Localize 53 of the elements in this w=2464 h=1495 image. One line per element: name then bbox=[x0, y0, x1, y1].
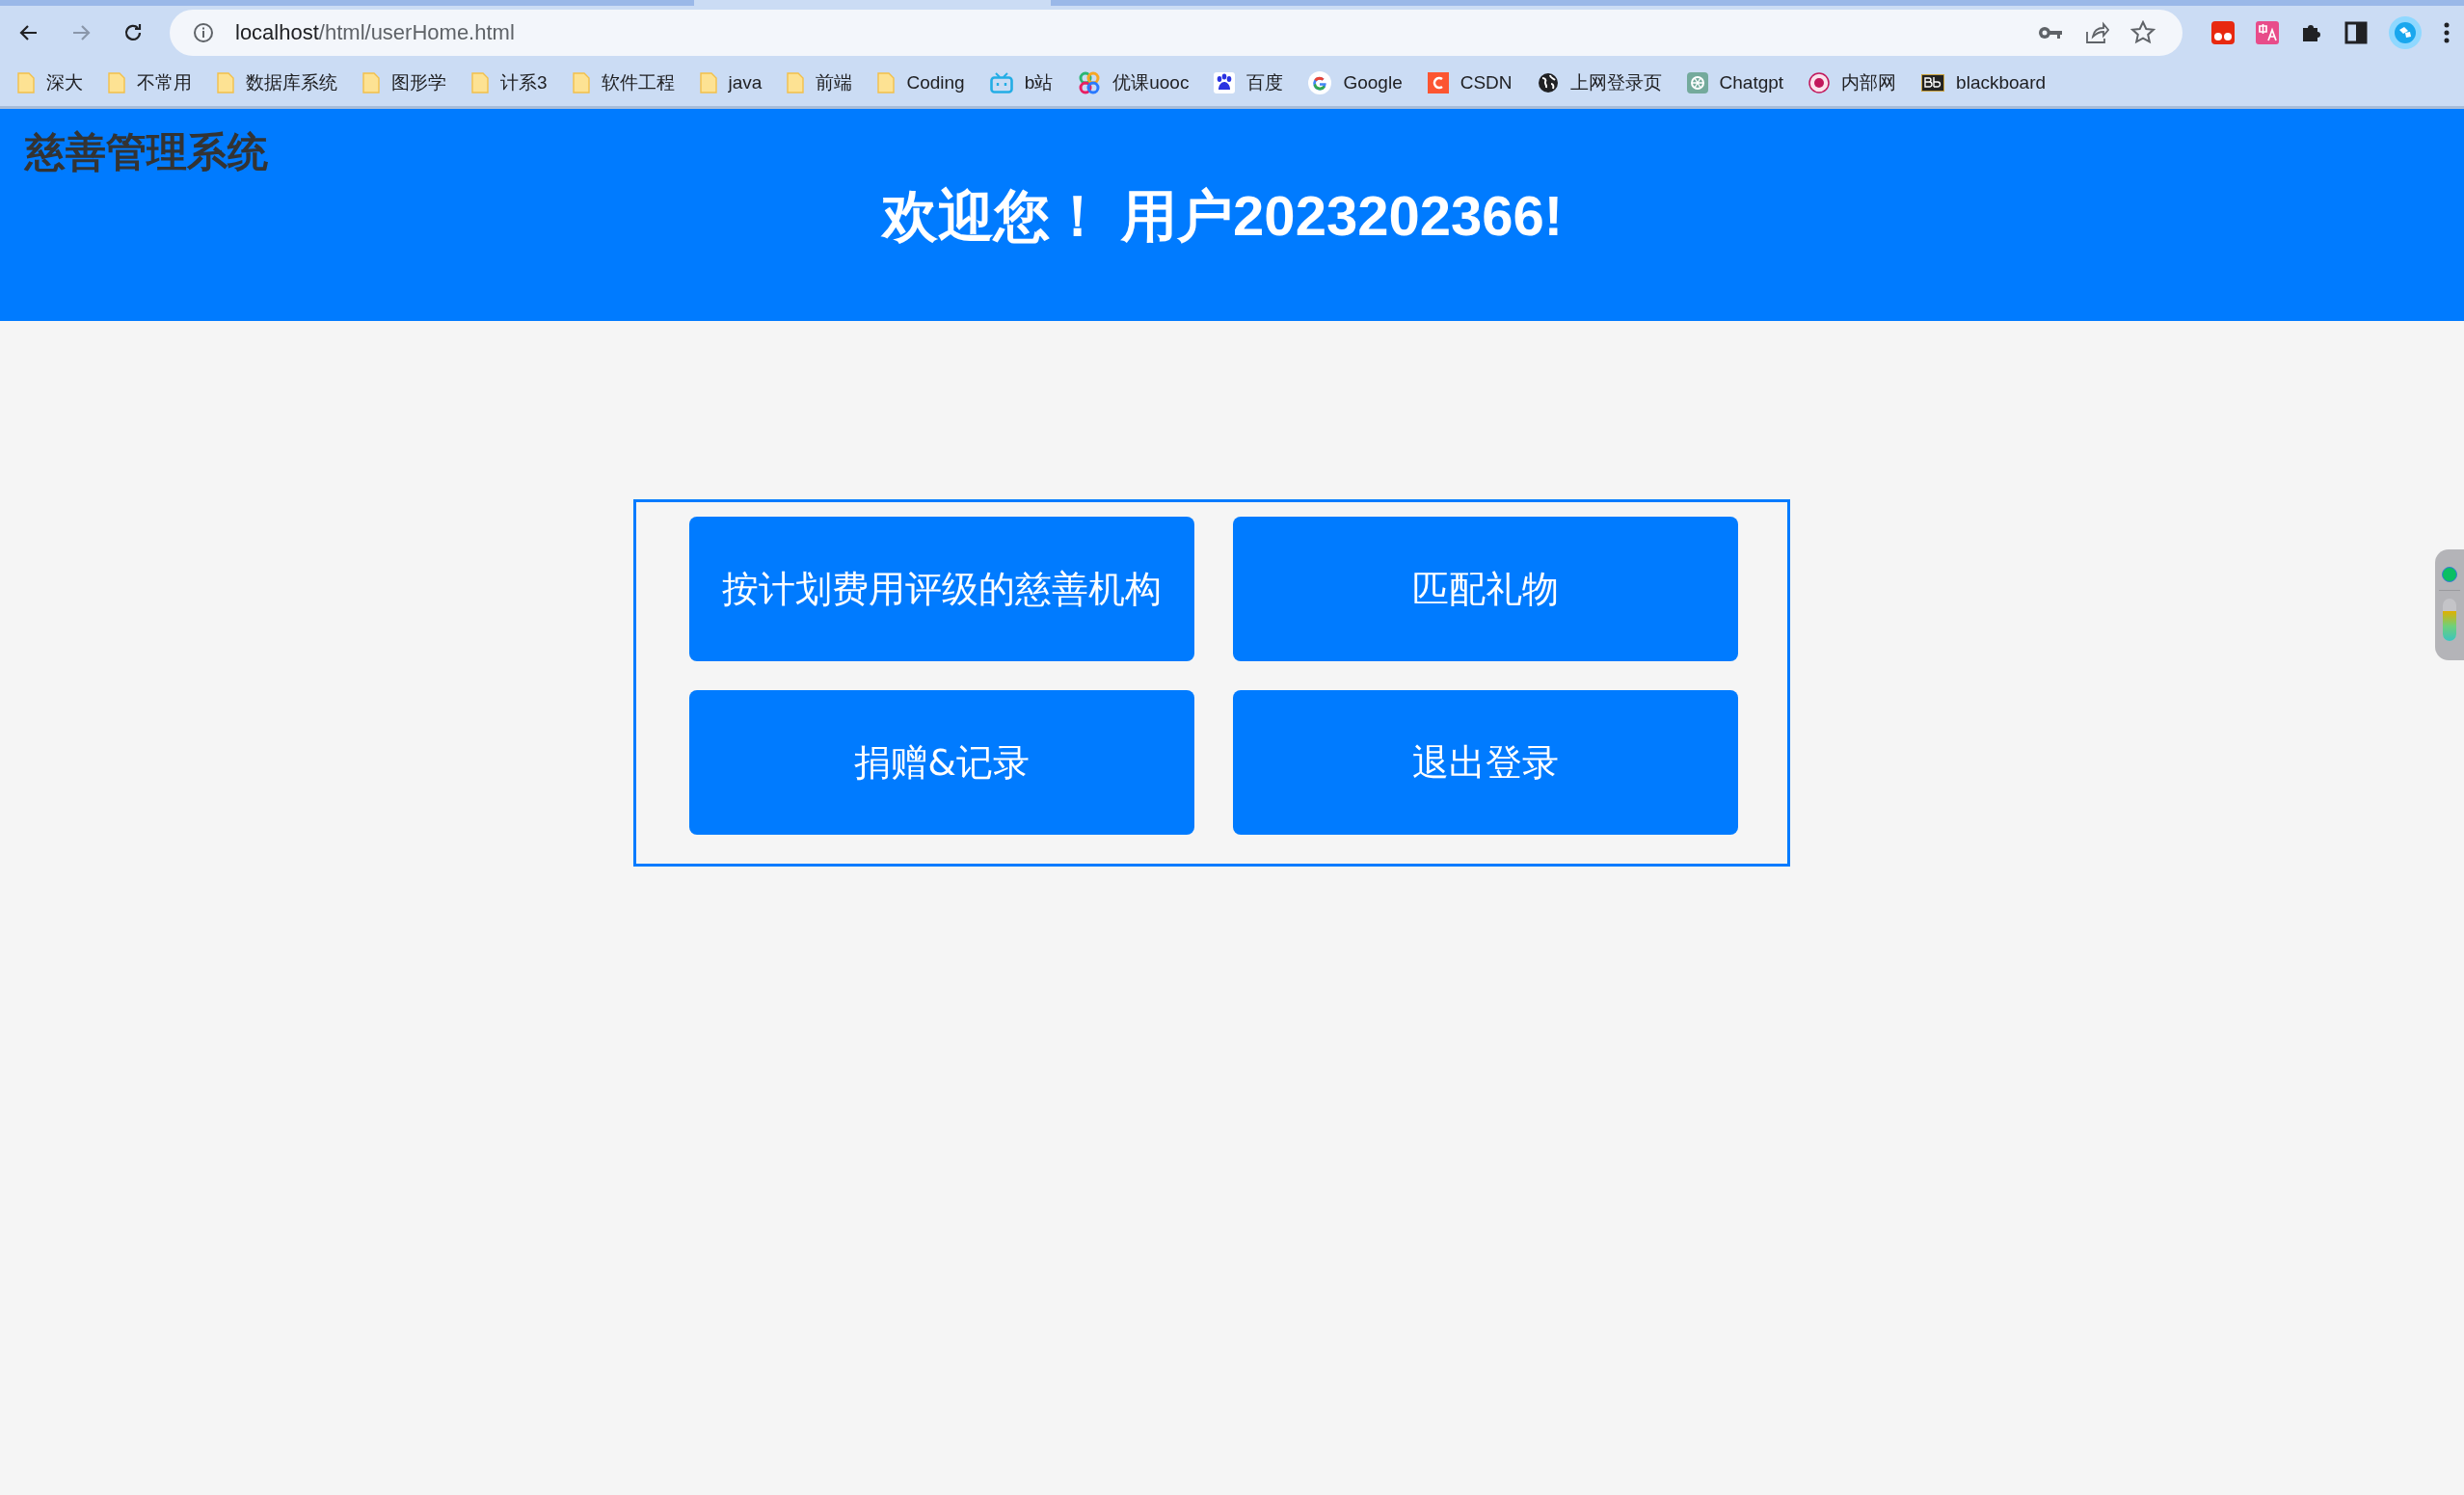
menu-button[interactable]: 按计划费用评级的慈善机构 bbox=[689, 517, 1194, 661]
bookmark[interactable]: 上网登录页 bbox=[1537, 70, 1662, 95]
star-icon[interactable] bbox=[2130, 20, 2156, 45]
bookmark[interactable]: 计系3 bbox=[471, 70, 548, 95]
bookmark[interactable]: 前端 bbox=[787, 70, 853, 95]
folder-icon bbox=[108, 72, 125, 93]
translate-icon[interactable] bbox=[2256, 21, 2279, 44]
seal-icon bbox=[1808, 72, 1831, 93]
rings-icon bbox=[1078, 71, 1102, 94]
letter-c-icon bbox=[1427, 72, 1449, 93]
folder-icon bbox=[217, 72, 234, 93]
paw-icon bbox=[1214, 72, 1236, 93]
key-icon[interactable] bbox=[2038, 25, 2063, 40]
bookmark[interactable]: 深大 bbox=[17, 70, 83, 95]
bookmark[interactable]: b站 bbox=[989, 70, 1054, 95]
bookmark[interactable]: 内部网 bbox=[1808, 70, 1897, 95]
bookmark[interactable]: 图形学 bbox=[362, 70, 446, 95]
site-title: 慈善管理系统 bbox=[25, 130, 269, 175]
bookmark[interactable]: Google bbox=[1308, 71, 1403, 94]
menu-icon[interactable] bbox=[2443, 21, 2451, 44]
folder-icon bbox=[17, 72, 35, 93]
folder-icon bbox=[699, 72, 717, 93]
menu-button[interactable]: 匹配礼物 bbox=[1233, 517, 1738, 661]
folder-icon bbox=[877, 72, 896, 93]
tv-icon bbox=[989, 72, 1013, 93]
folder-icon bbox=[362, 72, 380, 93]
url-text: localhost/html/userHome.html bbox=[235, 20, 515, 45]
bookmark[interactable]: Coding bbox=[877, 72, 965, 93]
bookmark[interactable]: CSDN bbox=[1427, 72, 1513, 93]
share-icon[interactable] bbox=[2084, 20, 2109, 45]
folder-icon bbox=[787, 72, 805, 93]
bookmark[interactable]: 不常用 bbox=[108, 70, 192, 95]
google-g-icon bbox=[1308, 71, 1332, 94]
menu-button[interactable]: 退出登录 bbox=[1233, 690, 1738, 835]
bookmark[interactable]: 数据库系统 bbox=[217, 70, 337, 95]
welcome-heading: 欢迎您！ 用户2023202366! bbox=[880, 183, 1564, 250]
menu-button[interactable]: 捐赠&记录 bbox=[689, 690, 1194, 835]
bb-logo-icon bbox=[1921, 74, 1945, 92]
globe-icon bbox=[1537, 72, 1559, 93]
bookmark[interactable]: java bbox=[699, 72, 763, 93]
address-bar[interactable]: localhost/html/userHome.html bbox=[170, 10, 2183, 56]
bookmark[interactable]: 百度 bbox=[1214, 70, 1284, 95]
profile-avatar-icon[interactable] bbox=[2389, 16, 2422, 49]
bookmark[interactable]: 软件工程 bbox=[572, 70, 675, 95]
folder-icon bbox=[471, 72, 489, 93]
side-panel-icon[interactable] bbox=[2344, 21, 2368, 44]
extension-icon[interactable] bbox=[2211, 21, 2235, 44]
folder-icon bbox=[572, 72, 590, 93]
info-icon bbox=[193, 22, 214, 43]
bookmark[interactable]: blackboard bbox=[1921, 72, 2047, 93]
bookmark[interactable]: Chatgpt bbox=[1686, 72, 1784, 93]
knot-icon bbox=[1686, 72, 1708, 93]
bookmark[interactable]: 优课uooc bbox=[1078, 70, 1190, 95]
